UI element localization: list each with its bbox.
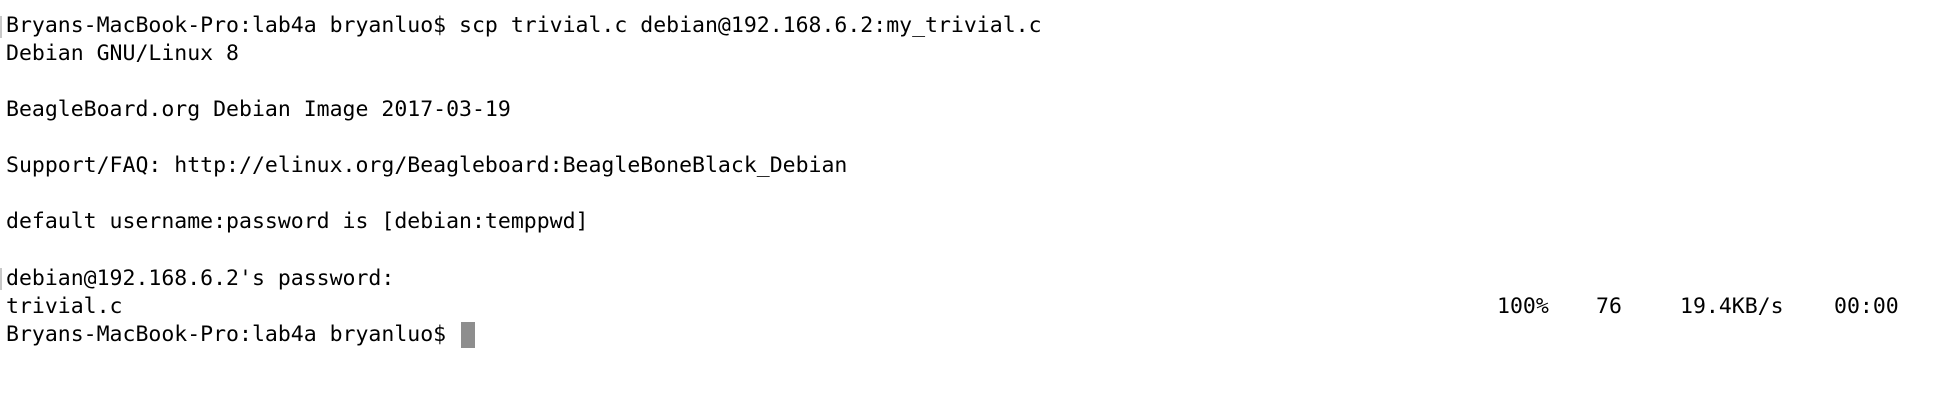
transfer-size: 76: [1596, 294, 1622, 319]
text-cursor: [461, 322, 476, 348]
shell-prompt: Bryans-MacBook-Pro:lab4a bryanluo$: [6, 322, 460, 347]
transfer-file-name: trivial.c: [6, 294, 123, 319]
transfer-rate: 19.4KB/s: [1680, 294, 1784, 319]
transfer-time: 00:00: [1834, 294, 1899, 319]
line-marker: [0, 16, 2, 38]
transfer-percent: 100%: [1497, 294, 1549, 319]
scp-command-line: Bryans-MacBook-Pro:lab4a bryanluo$ scp t…: [6, 13, 1042, 38]
terminal-window[interactable]: Bryans-MacBook-Pro:lab4a bryanluo$ scp t…: [0, 0, 1952, 414]
password-prompt-line: debian@192.168.6.2's password:: [6, 266, 395, 291]
shell-prompt-row[interactable]: Bryans-MacBook-Pro:lab4a bryanluo$: [6, 321, 476, 349]
os-banner-line: Debian GNU/Linux 8: [6, 41, 239, 66]
default-credentials-line: default username:password is [debian:tem…: [6, 209, 589, 234]
line-marker: [0, 268, 2, 290]
support-faq-line: Support/FAQ: http://elinux.org/Beagleboa…: [6, 153, 848, 178]
image-banner-line: BeagleBoard.org Debian Image 2017-03-19: [6, 97, 511, 122]
